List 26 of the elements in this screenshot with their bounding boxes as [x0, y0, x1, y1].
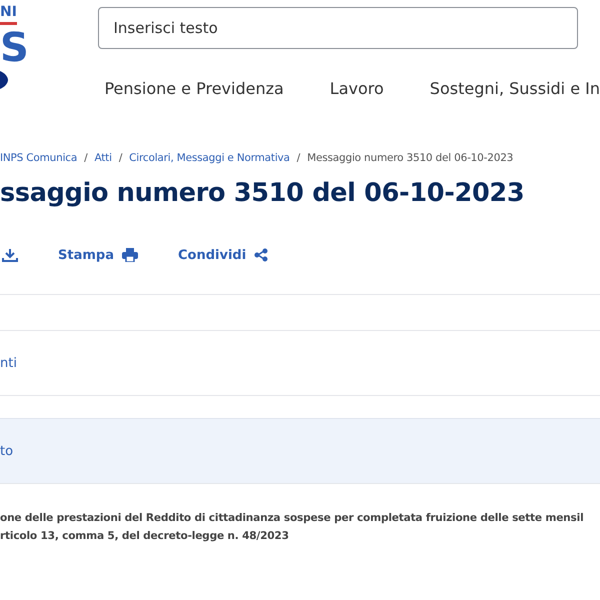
- logo-letter: S: [0, 25, 29, 71]
- breadcrumb-separator: /: [84, 152, 88, 164]
- printer-icon: [122, 248, 138, 262]
- breadcrumb-link[interactable]: INPS Comunica: [0, 152, 78, 164]
- current-page-text: Messaggio numero 3510 del 06-10-2023: [307, 152, 514, 164]
- nav-link[interactable]: Sostegni, Sussidi e In: [430, 79, 600, 98]
- share-button[interactable]: Condividi: [178, 248, 268, 262]
- section-link[interactable]: nti: [0, 356, 17, 370]
- nav-link[interactable]: Lavoro: [330, 79, 384, 98]
- breadcrumb-link[interactable]: Circolari, Messaggi e Normativa: [129, 152, 290, 164]
- message-subject-text: rticolo 13, comma 5, del decreto-legge n. 48/2023: [0, 530, 290, 542]
- breadcrumb-separator: /: [296, 152, 300, 164]
- logo-text: NI: [0, 2, 17, 25]
- accordion-row[interactable]: to: [0, 418, 600, 484]
- breadcrumb-link[interactable]: Atti: [94, 152, 112, 164]
- message-subject-text: one delle prestazioni del Reddito di cittadinanza sospese per completata fruizione delle sette mensil: [0, 512, 584, 524]
- share-icon: [254, 248, 268, 262]
- section-link[interactable]: to: [0, 444, 14, 458]
- print-button[interactable]: Stampa: [58, 248, 138, 262]
- download-button[interactable]: [2, 248, 18, 262]
- download-icon: [2, 248, 18, 262]
- breadcrumb-separator: /: [118, 152, 122, 164]
- nav-link[interactable]: Pensione e Previdenza: [104, 79, 284, 98]
- page-title: ssaggio numero 3510 del 06-10-2023: [0, 178, 526, 208]
- logo-icon: [0, 71, 8, 89]
- search-field[interactable]: Inserisci testo: [98, 7, 578, 49]
